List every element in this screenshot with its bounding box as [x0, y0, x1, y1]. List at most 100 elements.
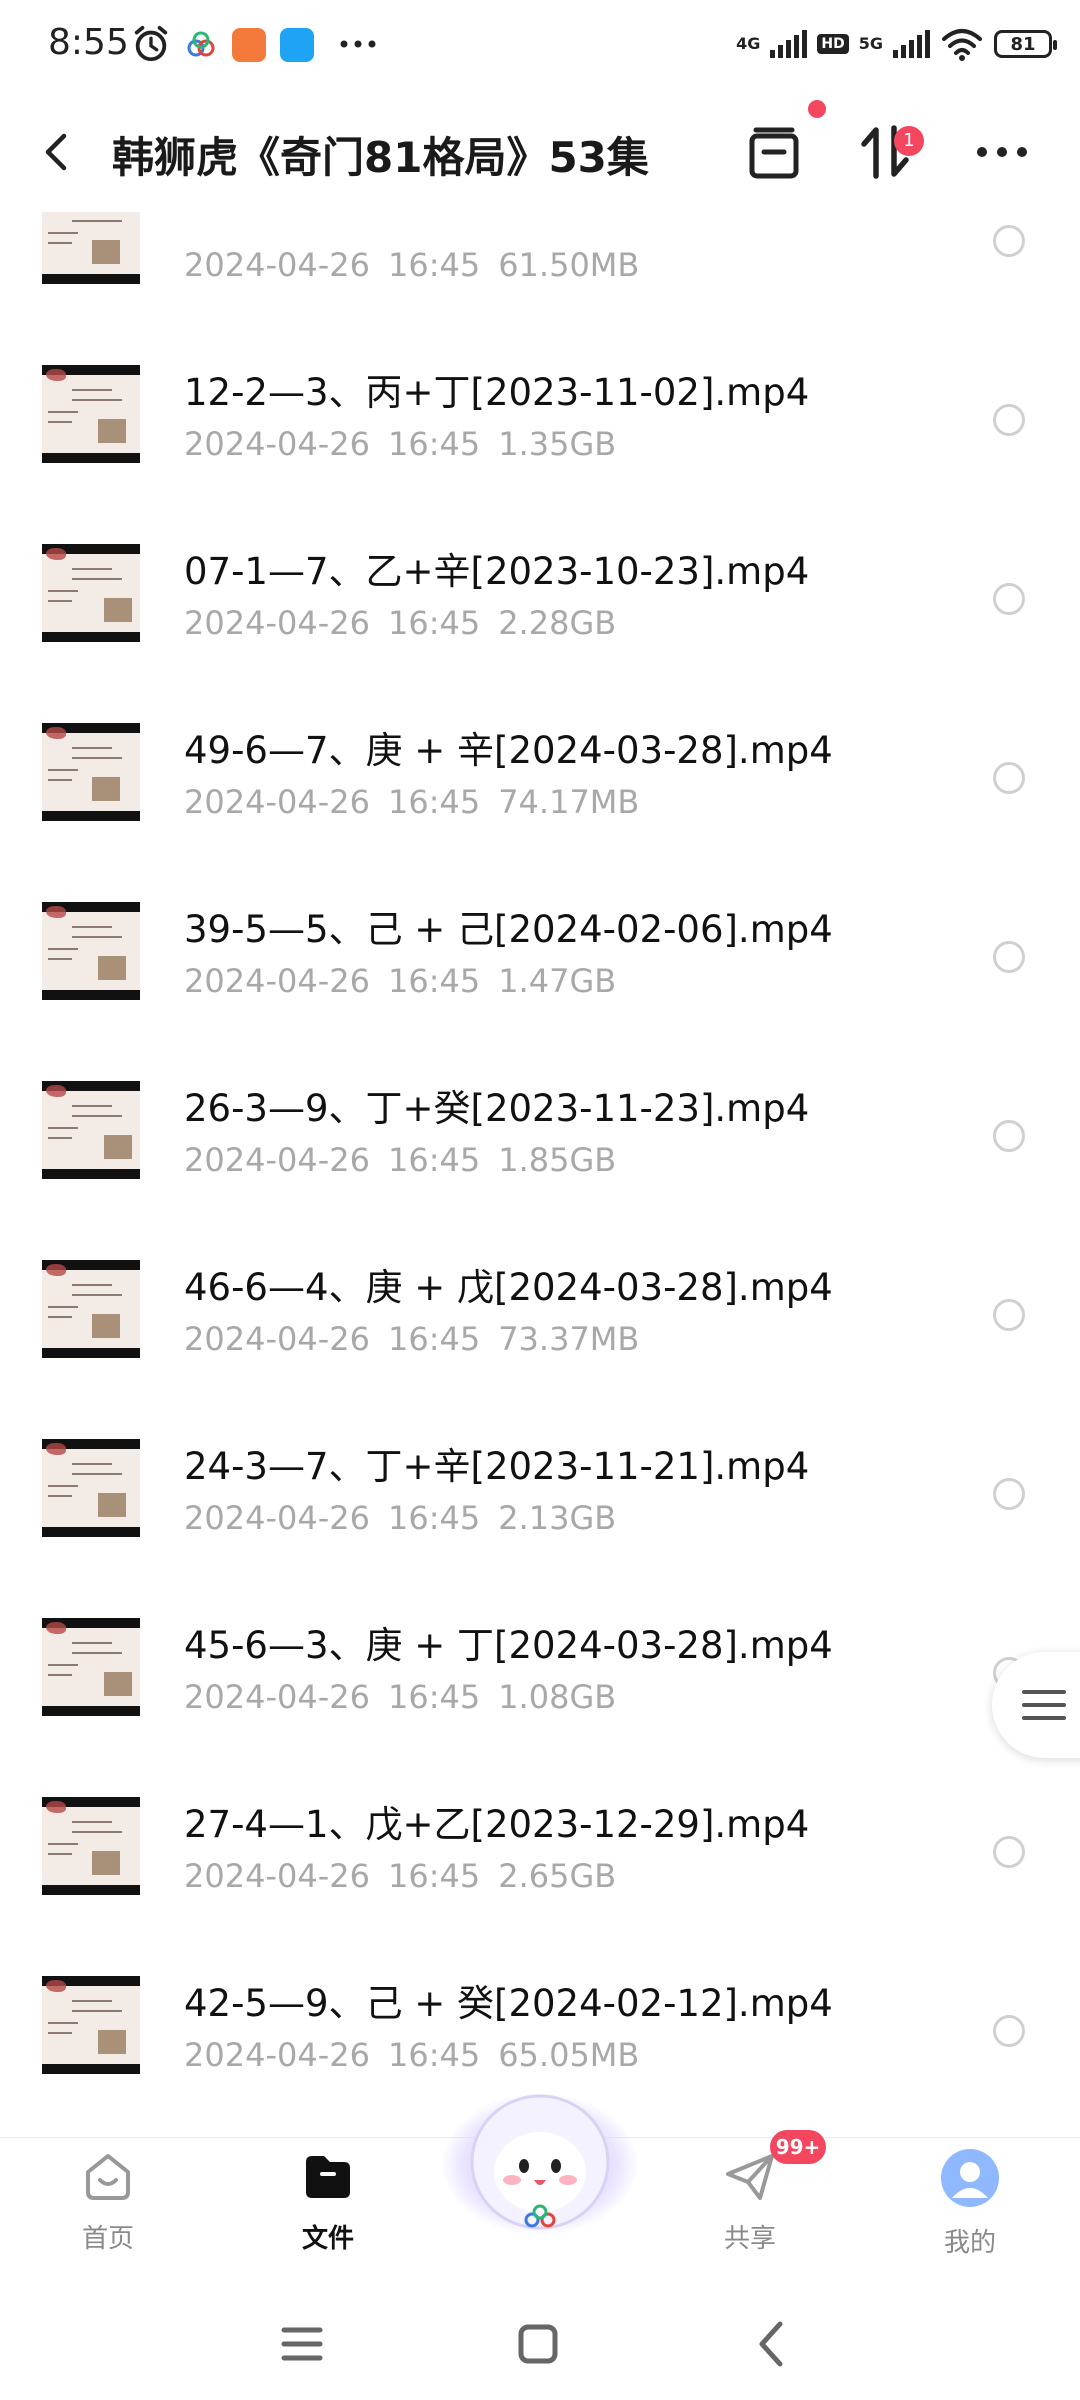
file-name: 12-2—3、丙+丁[2023-11-02].mp4 — [184, 371, 810, 414]
video-thumbnail[interactable] — [42, 723, 140, 821]
file-name: 46-6—4、庚 + 戊[2024-03-28].mp4 — [184, 1266, 833, 1309]
file-row[interactable]: 42-5—9、己 + 癸[2024-02-12].mp4 2024-04-26 16… — [0, 1924, 1080, 2103]
select-checkbox[interactable] — [993, 1836, 1025, 1868]
file-row[interactable]: 45-6—3、庚 + 丁[2024-03-28].mp4 2024-04-26 16… — [0, 1566, 1080, 1745]
file-size: 1.47GB — [498, 962, 617, 1000]
inbox-icon[interactable] — [744, 122, 804, 182]
file-row[interactable]: 39-5—5、己 + 己[2024-02-06].mp4 2024-04-26 16… — [0, 850, 1080, 1029]
video-thumbnail[interactable] — [42, 365, 140, 463]
nav-mine[interactable]: 我的 — [900, 2148, 1040, 2278]
file-name: 49-6—7、庚 + 辛[2024-03-28].mp4 — [184, 729, 833, 772]
assistant-mascot-icon[interactable] — [454, 2080, 626, 2238]
file-meta: 2024-04-26 16:45 73.37MB — [184, 1320, 639, 1358]
file-row[interactable]: 27-4—1、戊+乙[2023-12-29].mp4 2024-04-26 16:4… — [0, 1745, 1080, 1924]
select-checkbox[interactable] — [993, 941, 1025, 973]
battery-indicator: 81 — [994, 30, 1057, 58]
file-row[interactable]: 12-2—3、丙+丁[2023-11-02].mp4 2024-04-26 16:4… — [0, 313, 1080, 492]
file-date: 2024-04-26 — [184, 1141, 370, 1179]
file-row[interactable]: 07-1—7、乙+辛[2023-10-23].mp4 2024-04-26 16:4… — [0, 492, 1080, 671]
avatar-icon — [941, 2149, 999, 2207]
file-date: 2024-04-26 — [184, 246, 370, 284]
file-size: 74.17MB — [498, 783, 640, 821]
nav-files[interactable]: 文件 — [258, 2148, 398, 2278]
select-checkbox[interactable] — [993, 762, 1025, 794]
network-type-1: 4G — [736, 34, 761, 53]
file-time: 16:45 — [387, 246, 481, 284]
select-checkbox[interactable] — [993, 2015, 1025, 2047]
file-name: 27-4—1、戊+乙[2023-12-29].mp4 — [184, 1803, 810, 1846]
select-checkbox[interactable] — [993, 1299, 1025, 1331]
video-thumbnail[interactable] — [42, 544, 140, 642]
file-meta: 2024-04-26 16:45 1.47GB — [184, 962, 616, 1000]
file-size: 73.37MB — [498, 1320, 640, 1358]
nav-share[interactable]: 共享 — [680, 2148, 820, 2278]
video-thumbnail[interactable] — [42, 1797, 140, 1895]
video-thumbnail[interactable] — [42, 212, 140, 284]
system-back-icon[interactable] — [742, 2314, 802, 2374]
status-time: 8:55 — [48, 22, 129, 63]
file-date: 2024-04-26 — [184, 1499, 370, 1537]
file-time: 16:45 — [387, 1499, 481, 1537]
video-thumbnail[interactable] — [42, 1439, 140, 1537]
file-time: 16:45 — [387, 1141, 481, 1179]
file-time: 16:45 — [387, 1320, 481, 1358]
system-home-icon[interactable] — [508, 2314, 568, 2374]
nav-home-label: 首页 — [81, 2224, 134, 2254]
file-meta: 2024-04-26 16:45 1.35GB — [184, 425, 616, 463]
file-time: 16:45 — [387, 1857, 481, 1895]
home-icon — [86, 2154, 130, 2200]
baidu-cloud-small-icon — [187, 31, 215, 57]
network-type-2: 5G — [858, 34, 883, 53]
file-meta: 2024-04-26 16:45 2.13GB — [184, 1499, 616, 1537]
file-size: 65.05MB — [498, 2036, 640, 2074]
file-row[interactable]: 46-6—4、庚 + 戊[2024-03-28].mp4 2024-04-26 16… — [0, 1208, 1080, 1387]
file-date: 2024-04-26 — [184, 425, 370, 463]
file-name: 07-1—7、乙+辛[2023-10-23].mp4 — [184, 550, 810, 593]
file-meta: 2024-04-26 16:45 2.65GB — [184, 1857, 616, 1895]
file-time: 16:45 — [387, 783, 481, 821]
file-date: 2024-04-26 — [184, 1678, 370, 1716]
video-thumbnail[interactable] — [42, 902, 140, 1000]
video-thumbnail[interactable] — [42, 1976, 140, 2074]
select-checkbox[interactable] — [993, 404, 1025, 436]
video-thumbnail[interactable] — [42, 1618, 140, 1716]
file-name: 42-5—9、己 + 癸[2024-02-12].mp4 — [184, 1982, 833, 2025]
file-meta: 2024-04-26 16:45 65.05MB — [184, 2036, 639, 2074]
inbox-red-dot — [808, 100, 826, 118]
file-name: 26-3—9、丁+癸[2023-11-23].mp4 — [184, 1087, 810, 1130]
recent-apps-icon[interactable] — [272, 2314, 332, 2374]
file-date: 2024-04-26 — [184, 962, 370, 1000]
title-bar: 韩狮虎《奇门81格局》53集 1 — [0, 92, 1080, 212]
select-checkbox[interactable] — [993, 583, 1025, 615]
file-row[interactable]: 24-3—7、丁+辛[2023-11-21].mp4 2024-04-26 16:4… — [0, 1387, 1080, 1566]
back-arrow-icon[interactable] — [40, 132, 76, 172]
more-icon[interactable] — [972, 122, 1032, 182]
video-thumbnail[interactable] — [42, 1260, 140, 1358]
file-row[interactable]: 49-6—7、庚 + 辛[2024-03-28].mp4 2024-04-26 16… — [0, 671, 1080, 850]
file-meta: 2024-04-26 16:45 74.17MB — [184, 783, 639, 821]
file-size: 1.35GB — [498, 425, 617, 463]
select-checkbox[interactable] — [993, 225, 1025, 257]
file-list[interactable]: 2024-04-26 16:45 61.50MB 12-2—3、丙+丁[2023-11… — [0, 212, 1080, 2137]
video-thumbnail[interactable] — [42, 1081, 140, 1179]
file-name: 39-5—5、己 + 己[2024-02-06].mp4 — [184, 908, 833, 951]
select-checkbox[interactable] — [993, 1120, 1025, 1152]
select-checkbox[interactable] — [993, 1478, 1025, 1510]
file-time: 16:45 — [387, 425, 481, 463]
nav-home[interactable]: 首页 — [38, 2148, 178, 2278]
file-meta: 2024-04-26 16:45 61.50MB — [184, 246, 639, 284]
signal-2-icon — [893, 30, 930, 58]
alarm-icon — [134, 25, 168, 62]
status-bar: 8:55 4G HD 5G 81 — [0, 0, 1080, 92]
file-size: 61.50MB — [498, 246, 640, 284]
right-status-group: 4G HD 5G 81 — [736, 22, 1057, 66]
file-row[interactable]: 2024-04-26 16:45 61.50MB — [0, 212, 1080, 313]
file-size: 1.08GB — [498, 1678, 617, 1716]
share-count-badge: 99+ — [770, 2130, 826, 2164]
file-name: 24-3—7、丁+辛[2023-11-21].mp4 — [184, 1445, 810, 1488]
file-size: 1.85GB — [498, 1141, 617, 1179]
file-size: 2.13GB — [498, 1499, 617, 1537]
nav-share-label: 共享 — [723, 2224, 776, 2254]
file-row[interactable]: 26-3—9、丁+癸[2023-11-23].mp4 2024-04-26 16:4… — [0, 1029, 1080, 1208]
file-name: 45-6—3、庚 + 丁[2024-03-28].mp4 — [184, 1624, 833, 1667]
